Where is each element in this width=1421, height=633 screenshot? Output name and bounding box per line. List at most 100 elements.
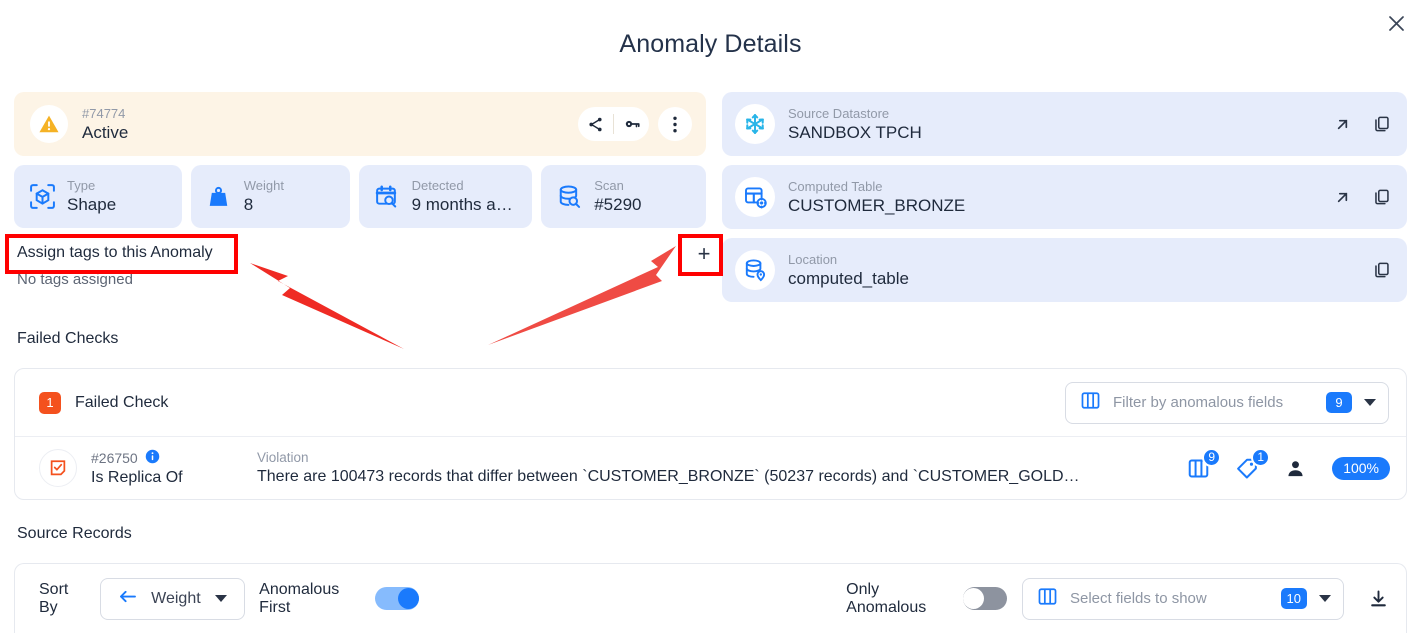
sort-by-value: Weight — [151, 589, 201, 607]
database-search-icon — [554, 184, 584, 209]
anomaly-id: #74774 — [82, 105, 126, 121]
left-column: #74774 Active Type Shape Weight 8 Detect… — [14, 92, 722, 300]
tag-badge-count: 1 — [1251, 447, 1271, 467]
info-value: SANDBOX TPCH — [788, 122, 922, 142]
page-title: Anomaly Details — [619, 30, 802, 58]
only-anomalous-toggle[interactable] — [963, 587, 1007, 610]
meta-label: Scan — [594, 178, 624, 193]
cube-scan-icon — [27, 183, 57, 210]
meta-card-weight: Weight 8 — [190, 165, 350, 228]
select-fields-placeholder: Select fields to show — [1070, 590, 1207, 607]
assign-tags-label: Assign tags to this Anomaly — [17, 244, 213, 261]
info-card-actions — [1334, 115, 1391, 133]
toggle-knob — [398, 588, 420, 609]
anomalous-first-toggle[interactable] — [375, 587, 420, 610]
failed-check-row[interactable]: #26750 Is Replica Of Violation There are… — [15, 437, 1406, 499]
meta-value: #5290 — [594, 195, 642, 214]
meta-label: Type — [67, 178, 96, 193]
select-fields-count-badge: 10 — [1280, 588, 1307, 609]
row-columns-badge[interactable]: 9 — [1187, 447, 1222, 480]
meta-card-weight-text: Weight 8 — [244, 178, 284, 215]
filter-placeholder: Filter by anomalous fields — [1113, 394, 1284, 411]
banner-actions — [578, 107, 692, 141]
match-percent-badge: 100% — [1332, 456, 1390, 480]
external-link-icon[interactable] — [1334, 189, 1351, 206]
info-label: Source Datastore — [788, 105, 890, 121]
check-id: #26750 — [91, 450, 138, 466]
failed-checks-header: 1 Failed Check Filter by anomalous field… — [15, 369, 1406, 437]
failed-checks-panel: 1 Failed Check Filter by anomalous field… — [14, 368, 1407, 500]
row-badges: 9 1 100% — [1187, 447, 1390, 480]
share-icon[interactable] — [578, 107, 613, 141]
failed-checks-heading: Failed Checks — [17, 330, 119, 347]
person-icon[interactable] — [1285, 458, 1306, 479]
columns-icon — [1037, 586, 1058, 612]
copy-icon[interactable] — [1373, 188, 1391, 206]
anomaly-status: Active — [82, 122, 129, 142]
info-card-source-datastore: Source Datastore SANDBOX TPCH — [722, 92, 1407, 156]
meta-label: Detected — [411, 178, 464, 193]
status-text: #74774 Active — [82, 106, 578, 143]
external-link-icon[interactable] — [1334, 116, 1351, 133]
info-icon[interactable] — [145, 449, 160, 467]
info-card-location-text: Location computed_table — [788, 252, 1373, 289]
meta-value: 9 months a… — [411, 195, 513, 214]
meta-card-scan: Scan #5290 — [541, 165, 706, 228]
info-card-computed-table-text: Computed Table CUSTOMER_BRONZE — [788, 179, 1334, 216]
rule-check-icon — [39, 449, 77, 487]
check-id-row: #26750 — [91, 449, 241, 467]
tags-section: Assign tags to this Anomaly No tags assi… — [14, 236, 722, 300]
source-records-panel: Sort By Weight Anomalous First Only Anom… — [14, 563, 1407, 633]
meta-value: Shape — [67, 195, 117, 214]
meta-card-scan-text: Scan #5290 — [594, 178, 641, 215]
status-banner: #74774 Active — [14, 92, 706, 156]
source-records-heading: Source Records — [17, 525, 132, 542]
columns-icon — [1080, 390, 1101, 416]
violation-block: Violation There are 100473 records that … — [257, 450, 1173, 486]
info-card-location: Location computed_table — [722, 238, 1407, 302]
copy-icon[interactable] — [1373, 115, 1391, 133]
anomaly-details-modal: Anomaly Details #74774 Active Type Shape… — [0, 0, 1421, 633]
chevron-down-icon[interactable] — [214, 595, 227, 602]
database-location-icon — [735, 250, 775, 290]
weight-icon — [204, 184, 234, 209]
download-icon[interactable] — [1369, 589, 1388, 608]
info-value: CUSTOMER_BRONZE — [788, 195, 966, 215]
check-name: Is Replica Of — [91, 469, 183, 486]
columns-badge-count: 9 — [1202, 447, 1222, 467]
sort-by-select[interactable]: Weight — [99, 577, 246, 620]
row-tag-badge[interactable]: 1 — [1236, 447, 1271, 480]
failed-check-label: Failed Check — [75, 393, 169, 411]
meta-label: Weight — [243, 178, 284, 193]
info-card-computed-table: Computed Table CUSTOMER_BRONZE — [722, 165, 1407, 229]
more-vertical-icon[interactable] — [658, 107, 692, 141]
copy-icon[interactable] — [1373, 261, 1391, 279]
filter-anomalous-fields-select[interactable]: Filter by anomalous fields 9 — [1065, 381, 1389, 424]
chevron-down-icon[interactable] — [1319, 595, 1331, 602]
toggle-knob — [963, 588, 984, 609]
close-icon[interactable] — [1384, 11, 1408, 35]
filter-count-badge: 9 — [1326, 392, 1352, 413]
meta-card-detected: Detected 9 months a… — [358, 165, 533, 228]
failed-check-count-badge: 1 — [39, 391, 61, 414]
info-card-actions — [1334, 188, 1391, 206]
info-card-source-datastore-text: Source Datastore SANDBOX TPCH — [788, 106, 1334, 143]
computed-table-icon — [735, 177, 775, 217]
source-records-toolbar: Sort By Weight Anomalous First Only Anom… — [15, 564, 1406, 633]
select-fields-to-show-select[interactable]: Select fields to show 10 — [1022, 577, 1344, 620]
share-key-group — [578, 107, 649, 141]
add-tag-button[interactable]: + — [686, 236, 722, 272]
chevron-down-icon[interactable] — [1364, 399, 1376, 406]
warning-triangle-icon — [30, 105, 68, 143]
info-card-actions — [1373, 261, 1391, 279]
sort-by-label: Sort By — [39, 580, 69, 616]
violation-label: Violation — [257, 450, 309, 465]
anomalous-first-label: Anomalous First — [259, 580, 340, 616]
meta-cards-row: Type Shape Weight 8 Detected 9 months a…… — [14, 165, 706, 228]
no-tags-text: No tags assigned — [17, 271, 133, 288]
arrow-left-icon[interactable] — [118, 589, 137, 609]
check-identity: #26750 Is Replica Of — [91, 449, 241, 487]
only-anomalous-label: Only Anomalous — [846, 580, 927, 616]
key-icon[interactable] — [614, 107, 649, 141]
meta-card-detected-text: Detected 9 months a… — [412, 178, 513, 215]
